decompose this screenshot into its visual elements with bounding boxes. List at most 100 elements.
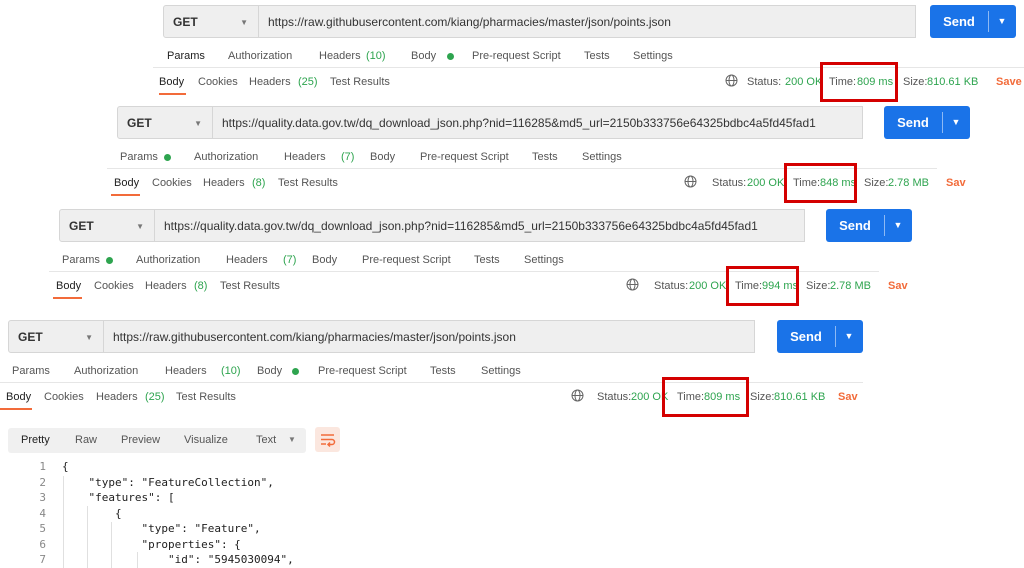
chevron-down-icon: ▼	[136, 222, 144, 231]
chevron-down-icon[interactable]: ▼	[942, 106, 970, 139]
tab-settings[interactable]: Settings	[524, 254, 564, 266]
res-tab-body[interactable]: Body	[114, 177, 139, 189]
save-response-button[interactable]: Sav	[946, 177, 966, 189]
size-label: Size:	[903, 76, 928, 88]
code-line: "type": "Feature",	[62, 522, 261, 535]
url-value: https://quality.data.gov.tw/dq_download_…	[164, 218, 758, 233]
res-tab-test-results[interactable]: Test Results	[278, 177, 338, 189]
active-tab-underline	[111, 194, 140, 196]
res-tab-headers-count: (25)	[298, 76, 318, 88]
globe-icon[interactable]	[725, 74, 738, 87]
tab-headers[interactable]: Headers	[165, 365, 207, 377]
tab-settings[interactable]: Settings	[582, 151, 622, 163]
tab-body[interactable]: Body	[257, 365, 282, 377]
view-mode-pretty[interactable]: Pretty	[21, 434, 50, 446]
res-tab-body[interactable]: Body	[6, 391, 31, 403]
send-button[interactable]: Send ▼	[884, 106, 970, 139]
tab-headers-count: (10)	[221, 365, 241, 377]
url-input[interactable]: https://raw.githubusercontent.com/kiang/…	[259, 5, 916, 38]
tab-tests[interactable]: Tests	[532, 151, 558, 163]
http-method-select[interactable]: GET ▼	[8, 320, 104, 353]
send-button[interactable]: Send ▼	[826, 209, 912, 242]
format-select[interactable]: Text ▼	[248, 430, 304, 451]
tab-params[interactable]: Params	[120, 151, 158, 163]
url-value: https://raw.githubusercontent.com/kiang/…	[113, 329, 516, 344]
url-input[interactable]: https://quality.data.gov.tw/dq_download_…	[155, 209, 805, 242]
tab-headers-count: (7)	[341, 151, 355, 163]
status-value: 200 OK	[785, 76, 823, 88]
url-input[interactable]: https://quality.data.gov.tw/dq_download_…	[213, 106, 863, 139]
code-line: {	[62, 460, 69, 473]
size-value: 810.61 KB	[927, 76, 979, 88]
res-tab-test-results[interactable]: Test Results	[220, 280, 280, 292]
url-input[interactable]: https://raw.githubusercontent.com/kiang/…	[104, 320, 755, 353]
res-tab-headers[interactable]: Headers	[145, 280, 187, 292]
request-tabs: Params Authorization Headers (7) Body Pre-req…	[117, 146, 817, 168]
send-button[interactable]: Send ▼	[930, 5, 1016, 38]
send-button[interactable]: Send ▼	[777, 320, 863, 353]
view-mode-raw[interactable]: Raw	[75, 434, 97, 446]
view-mode-visualize[interactable]: Visualize	[184, 434, 228, 446]
wrap-lines-icon[interactable]	[315, 427, 340, 452]
tab-tests[interactable]: Tests	[430, 365, 456, 377]
tab-tests[interactable]: Tests	[584, 50, 610, 62]
save-response-button[interactable]: Save	[996, 76, 1022, 88]
tab-authorization[interactable]: Authorization	[228, 50, 292, 62]
tab-params[interactable]: Params	[167, 50, 205, 62]
chevron-down-icon: ▼	[240, 18, 248, 27]
res-tab-cookies[interactable]: Cookies	[44, 391, 84, 403]
active-tab-underline	[53, 297, 82, 299]
http-method-select[interactable]: GET ▼	[59, 209, 155, 242]
tab-authorization[interactable]: Authorization	[136, 254, 200, 266]
chevron-down-icon: ▼	[288, 435, 296, 444]
tab-pre-request-script[interactable]: Pre-request Script	[472, 50, 561, 62]
tab-settings[interactable]: Settings	[633, 50, 673, 62]
view-mode-preview[interactable]: Preview	[121, 434, 160, 446]
res-tab-headers[interactable]: Headers	[96, 391, 138, 403]
size-value: 810.61 KB	[774, 391, 826, 403]
tab-settings[interactable]: Settings	[481, 365, 521, 377]
res-tab-cookies[interactable]: Cookies	[94, 280, 134, 292]
globe-icon[interactable]	[684, 175, 697, 188]
tab-body[interactable]: Body	[411, 50, 436, 62]
tab-body[interactable]: Body	[370, 151, 395, 163]
save-response-button[interactable]: Sav	[888, 280, 908, 292]
res-tab-headers[interactable]: Headers	[249, 76, 291, 88]
chevron-down-icon[interactable]: ▼	[988, 5, 1016, 38]
tab-tests[interactable]: Tests	[474, 254, 500, 266]
active-indicator-dot	[447, 53, 454, 60]
code-line: "properties": {	[62, 537, 241, 551]
res-tab-headers[interactable]: Headers	[203, 177, 245, 189]
globe-icon[interactable]	[571, 389, 584, 402]
http-method-select[interactable]: GET ▼	[163, 5, 259, 38]
size-label: Size:	[864, 177, 889, 189]
tab-pre-request-script[interactable]: Pre-request Script	[420, 151, 509, 163]
tab-headers[interactable]: Headers	[319, 50, 361, 62]
chevron-down-icon[interactable]: ▼	[835, 320, 863, 353]
send-button-label: Send	[897, 115, 929, 130]
globe-icon[interactable]	[626, 278, 639, 291]
http-method-value: GET	[18, 329, 43, 344]
time-highlight-box	[662, 377, 749, 417]
tab-headers[interactable]: Headers	[226, 254, 268, 266]
active-indicator-dot	[106, 257, 113, 264]
res-tab-test-results[interactable]: Test Results	[330, 76, 390, 88]
tab-headers[interactable]: Headers	[284, 151, 326, 163]
tab-params[interactable]: Params	[62, 254, 100, 266]
chevron-down-icon[interactable]: ▼	[884, 209, 912, 242]
tab-params[interactable]: Params	[12, 365, 50, 377]
res-tab-test-results[interactable]: Test Results	[176, 391, 236, 403]
save-response-button[interactable]: Sav	[838, 391, 858, 403]
http-method-select[interactable]: GET ▼	[117, 106, 213, 139]
res-tab-body[interactable]: Body	[159, 76, 184, 88]
tab-pre-request-script[interactable]: Pre-request Script	[362, 254, 451, 266]
tab-authorization[interactable]: Authorization	[74, 365, 138, 377]
tab-pre-request-script[interactable]: Pre-request Script	[318, 365, 407, 377]
res-tab-body[interactable]: Body	[56, 280, 81, 292]
http-method-value: GET	[173, 14, 198, 29]
tab-body[interactable]: Body	[312, 254, 337, 266]
code-line: "id": "5945030094",	[62, 553, 294, 566]
res-tab-cookies[interactable]: Cookies	[152, 177, 192, 189]
tab-authorization[interactable]: Authorization	[194, 151, 258, 163]
res-tab-cookies[interactable]: Cookies	[198, 76, 238, 88]
